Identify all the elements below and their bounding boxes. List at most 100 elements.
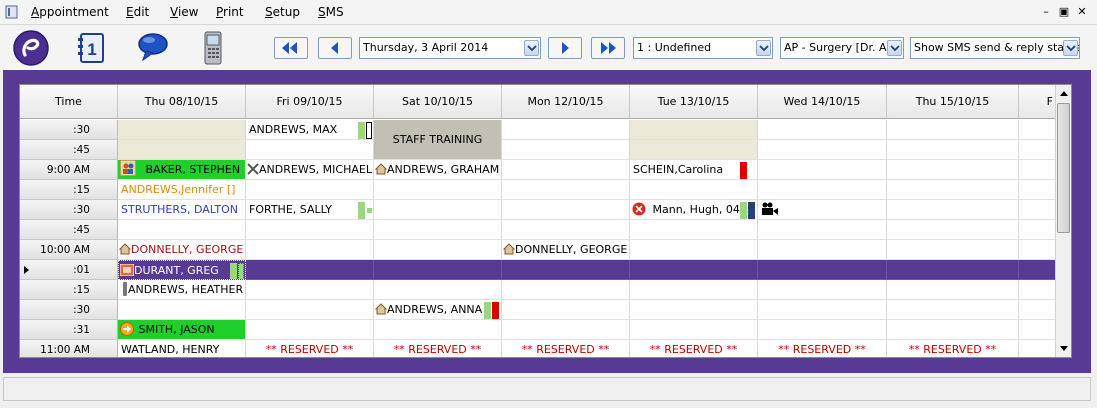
reserved-slot[interactable]: ** RESERVED ** xyxy=(374,340,502,357)
slot[interactable] xyxy=(887,200,1019,220)
provider-select-dropdown[interactable] xyxy=(887,40,902,56)
slot[interactable] xyxy=(502,220,630,240)
restore-button[interactable]: ▣ xyxy=(1057,5,1071,18)
menu-view[interactable]: View xyxy=(170,5,198,19)
day-header[interactable]: Tue 13/10/15 xyxy=(630,85,758,119)
slot[interactable] xyxy=(887,220,1019,240)
slot[interactable] xyxy=(1019,240,1056,260)
slot[interactable] xyxy=(1019,340,1056,357)
slot[interactable] xyxy=(887,300,1019,320)
slot[interactable] xyxy=(118,120,246,140)
appointment[interactable]: STRUTHERS, DALTON xyxy=(118,200,246,220)
slot[interactable] xyxy=(246,320,374,340)
slot[interactable] xyxy=(758,140,887,160)
appointment[interactable]: FORTHE, SALLY xyxy=(246,200,374,220)
slot[interactable] xyxy=(630,320,758,340)
slot[interactable] xyxy=(1019,280,1056,300)
sms-status-select[interactable]: Show SMS send & reply status xyxy=(910,37,1080,59)
sms-status-select-dropdown[interactable] xyxy=(1063,40,1078,56)
slot[interactable] xyxy=(246,260,374,280)
slot[interactable] xyxy=(246,280,374,300)
slot[interactable] xyxy=(502,160,630,180)
slot[interactable] xyxy=(374,240,502,260)
view-select[interactable]: 1 : Undefined xyxy=(633,37,773,59)
menu-print[interactable]: Print xyxy=(216,5,244,19)
view-select-dropdown[interactable] xyxy=(756,40,771,56)
slot[interactable] xyxy=(1019,260,1056,280)
reserved-slot[interactable]: ** RESERVED ** xyxy=(887,340,1019,357)
slot[interactable] xyxy=(758,220,887,240)
appointment[interactable] xyxy=(758,200,887,220)
vertical-scrollbar[interactable] xyxy=(1055,85,1071,357)
appointment[interactable]: ANDREWS, ANNA xyxy=(374,300,502,320)
appointment[interactable]: ANDREWS, GRAHAM xyxy=(374,160,502,180)
logo-icon[interactable] xyxy=(12,29,50,67)
slot[interactable] xyxy=(1019,140,1056,160)
appointment[interactable]: WATLAND, HENRY xyxy=(118,340,246,357)
slot[interactable] xyxy=(374,200,502,220)
slot[interactable] xyxy=(246,300,374,320)
menu-edit[interactable]: Edit xyxy=(126,5,149,19)
menu-appointment[interactable]: Appointment xyxy=(31,5,109,19)
appointment[interactable]: Mann, Hugh, 0415 xyxy=(630,200,758,220)
previous-day-button[interactable] xyxy=(318,37,352,59)
appointment[interactable]: DURANT, GREG xyxy=(118,260,246,280)
reserved-slot[interactable]: ** RESERVED ** xyxy=(246,340,374,357)
slot[interactable] xyxy=(887,320,1019,340)
slot[interactable] xyxy=(630,300,758,320)
slot[interactable] xyxy=(118,300,246,320)
slot[interactable] xyxy=(630,140,758,160)
slot[interactable] xyxy=(887,120,1019,140)
appointment[interactable]: ANDREWS,Jennifer [] xyxy=(118,180,246,200)
slot[interactable] xyxy=(758,240,887,260)
reserved-slot[interactable]: ** RESERVED ** xyxy=(502,340,630,357)
appointment[interactable]: DONNELLY, GEORGE xyxy=(118,240,246,260)
appointment[interactable]: BAKER, STEPHEN xyxy=(118,160,246,180)
slot[interactable] xyxy=(758,120,887,140)
reserved-slot[interactable]: ** RESERVED ** xyxy=(758,340,887,357)
close-button[interactable]: ✕ xyxy=(1075,5,1089,18)
slot[interactable] xyxy=(630,260,758,280)
slot[interactable] xyxy=(887,140,1019,160)
appointment[interactable]: SMITH, JASON xyxy=(118,320,246,340)
last-page-button[interactable] xyxy=(591,37,625,59)
scroll-down-icon[interactable] xyxy=(1056,341,1072,355)
slot[interactable] xyxy=(1019,120,1056,140)
slot[interactable] xyxy=(1019,160,1056,180)
slot[interactable] xyxy=(1019,180,1056,200)
provider-select[interactable]: AP - Surgery [Dr. A… xyxy=(780,37,904,59)
appointment-book-icon[interactable]: 1 xyxy=(72,29,110,67)
day-header[interactable]: Thu 08/10/15 xyxy=(118,85,246,119)
slot[interactable] xyxy=(246,240,374,260)
slot[interactable] xyxy=(246,140,374,160)
appointment[interactable]: SCHEIN,Carolina xyxy=(630,160,758,180)
day-header[interactable]: F xyxy=(1019,85,1056,119)
slot[interactable] xyxy=(758,280,887,300)
slot[interactable] xyxy=(374,220,502,240)
slot[interactable] xyxy=(246,220,374,240)
reserved-slot[interactable]: ** RESERVED ** xyxy=(630,340,758,357)
appointment[interactable]: ANDREWS, HEATHER xyxy=(118,280,246,300)
slot[interactable] xyxy=(374,280,502,300)
slot[interactable] xyxy=(374,180,502,200)
staff-training-block[interactable]: STAFF TRAINING xyxy=(374,120,502,160)
slot[interactable] xyxy=(887,160,1019,180)
day-header[interactable]: Mon 12/10/15 xyxy=(502,85,630,119)
slot[interactable] xyxy=(630,220,758,240)
sms-chat-icon[interactable] xyxy=(134,29,172,67)
slot[interactable] xyxy=(758,300,887,320)
slot[interactable] xyxy=(374,260,502,280)
slot[interactable] xyxy=(1019,200,1056,220)
scrollbar-thumb[interactable] xyxy=(1057,103,1070,233)
slot[interactable] xyxy=(630,240,758,260)
slot[interactable] xyxy=(758,180,887,200)
slot[interactable] xyxy=(502,320,630,340)
next-day-button[interactable] xyxy=(548,37,582,59)
slot[interactable] xyxy=(630,180,758,200)
slot[interactable] xyxy=(1019,220,1056,240)
slot[interactable] xyxy=(502,260,630,280)
day-header[interactable]: Fri 09/10/15 xyxy=(246,85,374,119)
slot[interactable] xyxy=(502,200,630,220)
minimize-button[interactable]: – xyxy=(1039,5,1053,18)
slot[interactable] xyxy=(502,300,630,320)
